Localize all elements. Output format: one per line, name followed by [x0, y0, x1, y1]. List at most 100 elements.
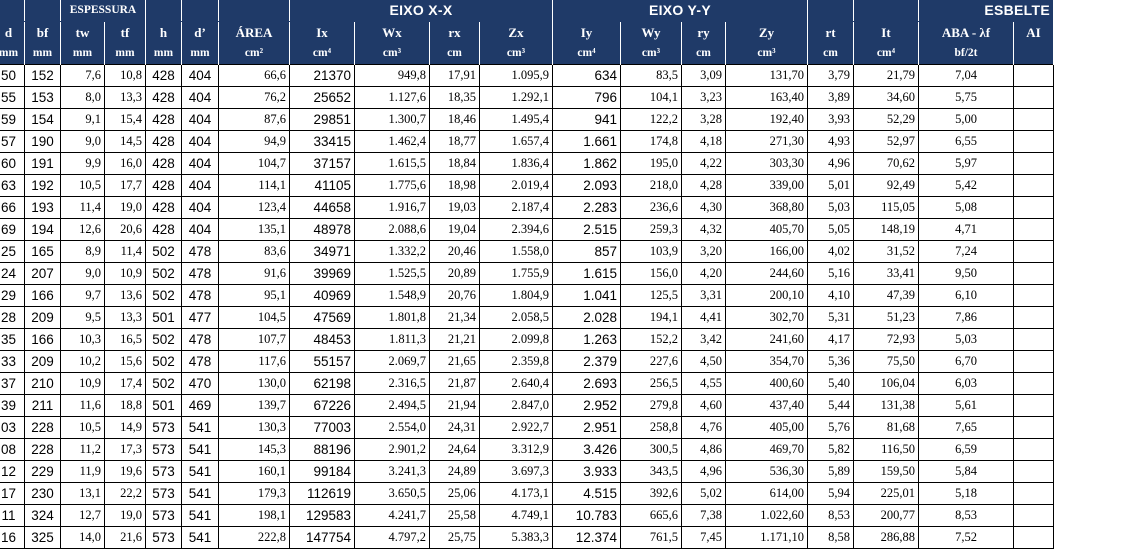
table-cell: 796 [552, 86, 621, 109]
table-cell: 541 [181, 460, 219, 483]
table-cell: 63 [0, 174, 25, 197]
unit-header: mm [60, 43, 105, 65]
table-cell: 8,58 [807, 526, 854, 549]
table-cell: 1.300,7 [354, 108, 430, 131]
table-row: 39 211 11,6 18,8 501 469 139,7 67226 2.494,5 21,9… [0, 394, 1054, 417]
table-cell: 44658 [289, 196, 355, 219]
table-cell: 5,03 [807, 196, 854, 219]
table-cell: 2.283 [552, 196, 621, 219]
table-row: 59 154 9,1 15,4 428 404 87,6 29851 1.300,7 18,46 1… [0, 108, 1054, 131]
table-cell: 573 [145, 504, 182, 527]
table-cell: 193 [24, 196, 61, 219]
table-cell: 541 [181, 416, 219, 439]
table-cell: 37157 [289, 152, 355, 175]
table-cell: 21,21 [429, 328, 480, 351]
table-cell: 4,22 [681, 152, 726, 175]
table-cell: 5,00 [918, 108, 1014, 131]
table-row: 11 324 12,7 19,0 573 541 198,1 129583 4.241,7 25,… [0, 504, 1054, 527]
table-cell: 13,3 [104, 306, 146, 329]
table-cell: 18,35 [429, 86, 480, 109]
table-cell: 47569 [289, 306, 355, 329]
table-cell: 4,02 [807, 240, 854, 263]
table-cell: 6,70 [918, 350, 1014, 373]
table-cell: 3,23 [681, 86, 726, 109]
table-cell: 29 [0, 284, 25, 307]
table-cell [1013, 438, 1054, 461]
table-cell: 5,03 [918, 328, 1014, 351]
table-cell: 7,04 [918, 64, 1014, 87]
table-cell: 112619 [289, 482, 355, 505]
table-row: 12 229 11,9 19,6 573 541 160,1 99184 3.241,3 24,8… [0, 460, 1054, 483]
table-header: ESPESSURA EIXO X-X EIXO Y-Y ESBELTE d bf t… [0, 0, 1054, 65]
table-cell: 1.548,9 [354, 284, 430, 307]
table-cell: 99184 [289, 460, 355, 483]
column-header-row: d bf tw tf h d’ ÁREA Ix Wx rx Zx Iy Wy ry Zy rt It ABA - … [0, 21, 1054, 43]
table-cell: 16,0 [104, 152, 146, 175]
table-cell: 125,5 [620, 284, 682, 307]
table-cell: 3,93 [807, 108, 854, 131]
table-cell: 5,97 [918, 152, 1014, 175]
table-cell: 16 [0, 526, 25, 549]
table-cell: 11,4 [60, 196, 105, 219]
header-blank [24, 0, 61, 22]
table-cell: 51,23 [853, 306, 919, 329]
table-cell: 2.379 [552, 350, 621, 373]
table-cell: 1.495,4 [479, 108, 553, 131]
table-cell: 75,50 [853, 350, 919, 373]
table-cell: 39969 [289, 262, 355, 285]
header-blank [218, 0, 290, 22]
section-properties-table: ESPESSURA EIXO X-X EIXO Y-Y ESBELTE d bf t… [0, 0, 1054, 549]
table-cell: 115,05 [853, 196, 919, 219]
table-cell: 92,49 [853, 174, 919, 197]
table-cell: 3,42 [681, 328, 726, 351]
table-cell: 1.615,5 [354, 152, 430, 175]
table-cell: 4,60 [681, 394, 726, 417]
table-cell: 131,70 [725, 64, 808, 87]
table-cell: 194,1 [620, 306, 682, 329]
table-cell: 478 [181, 350, 219, 373]
table-cell: 19,6 [104, 460, 146, 483]
table-cell [1013, 64, 1054, 87]
table-cell: 3.241,3 [354, 460, 430, 483]
table-cell: 428 [145, 174, 182, 197]
table-cell: 302,70 [725, 306, 808, 329]
table-cell: 87,6 [218, 108, 290, 131]
table-cell: 9,9 [60, 152, 105, 175]
table-cell: 1.811,3 [354, 328, 430, 351]
table-cell: 33 [0, 350, 25, 373]
table-cell: 159,50 [853, 460, 919, 483]
table-cell [1013, 526, 1054, 549]
table-cell: 502 [145, 328, 182, 351]
table-cell: 210 [24, 372, 61, 395]
table-cell: 1.332,2 [354, 240, 430, 263]
table-cell: 3.697,3 [479, 460, 553, 483]
table-cell: 76,2 [218, 86, 290, 109]
unit-header: cm⁴ [552, 43, 621, 65]
table-cell: 573 [145, 482, 182, 505]
table-cell: 5.383,3 [479, 526, 553, 549]
table-cell: 60 [0, 152, 25, 175]
table-cell: 5,75 [918, 86, 1014, 109]
table-cell: 11,6 [60, 394, 105, 417]
table-cell: 9,5 [60, 306, 105, 329]
table-cell [1013, 196, 1054, 219]
unit-header: cm³ [620, 43, 682, 65]
table-cell: 428 [145, 152, 182, 175]
table-cell: 3,20 [681, 240, 726, 263]
table-cell: 81,68 [853, 416, 919, 439]
table-cell: 573 [145, 416, 182, 439]
table-row: 33 209 10,2 15,6 502 478 117,6 55157 2.069,7 21,6… [0, 350, 1054, 373]
table-cell: 83,6 [218, 240, 290, 263]
table-cell: 104,1 [620, 86, 682, 109]
table-cell: 18,77 [429, 130, 480, 153]
table-cell: 4,20 [681, 262, 726, 285]
header-blank [0, 0, 25, 22]
table-cell: 08 [0, 438, 25, 461]
table-cell: 6,03 [918, 372, 1014, 395]
table-cell: 135,1 [218, 218, 290, 241]
table-cell: 3.933 [552, 460, 621, 483]
table-cell: 502 [145, 350, 182, 373]
table-cell: 24,89 [429, 460, 480, 483]
table-cell: 4,50 [681, 350, 726, 373]
table-cell: 62198 [289, 372, 355, 395]
